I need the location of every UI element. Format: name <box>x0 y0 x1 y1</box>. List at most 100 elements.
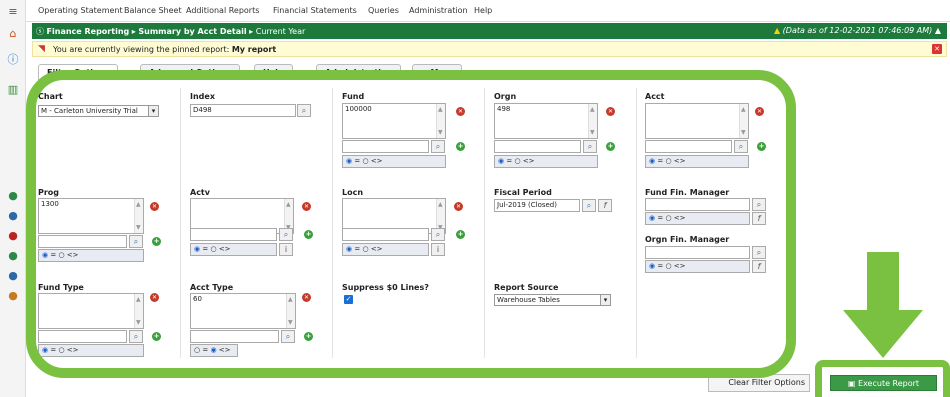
prog-lookup-icon[interactable]: ⌕ <box>129 235 143 248</box>
breadcrumb-report[interactable]: Summary by Acct Detail <box>138 27 246 36</box>
fund-manager-lookup-icon[interactable]: ⌕ <box>752 198 766 211</box>
function-icon[interactable]: f <box>598 199 612 212</box>
scrollbar[interactable]: ▲▼ <box>134 199 143 233</box>
scrollbar[interactable]: ▲▼ <box>588 104 597 138</box>
circle-icon-5[interactable]: ● <box>6 270 20 282</box>
hamburger-menu-icon[interactable]: ≡ <box>6 6 20 18</box>
tab-administration[interactable]: Administration <box>316 64 402 80</box>
circle-icon-2[interactable]: ● <box>6 210 20 222</box>
acct-lookup-icon[interactable]: ⌕ <box>734 140 748 153</box>
actv-input[interactable] <box>190 228 277 241</box>
orgn-add-icon[interactable]: + <box>606 142 615 151</box>
tab-more[interactable]: + More <box>412 64 463 80</box>
scrollbar[interactable]: ▲▼ <box>436 104 445 138</box>
fund-type-add-icon[interactable]: + <box>152 332 161 341</box>
fiscal-period-input[interactable]: Jul-2019 (Closed) <box>494 199 580 212</box>
locn-input[interactable] <box>342 228 429 241</box>
acct-type-add-icon[interactable]: + <box>304 332 313 341</box>
prog-input[interactable] <box>38 235 127 248</box>
collapse-icon[interactable]: ▲ <box>935 26 941 35</box>
top-menu: Operating Statement Balance Sheet Additi… <box>26 0 950 22</box>
home-icon[interactable]: ⌂ <box>6 28 20 40</box>
actv-delete-icon[interactable]: ✕ <box>302 202 311 211</box>
chart-icon[interactable]: ▥ <box>6 84 20 96</box>
actv-operator-radio[interactable]: ◉ = ○ <> <box>190 243 277 256</box>
menu-balance-sheet[interactable]: Balance Sheet <box>124 6 182 15</box>
prog-delete-icon[interactable]: ✕ <box>150 202 159 211</box>
actv-add-icon[interactable]: + <box>304 230 313 239</box>
index-lookup-icon[interactable]: ⌕ <box>297 104 311 117</box>
actv-lookup-icon[interactable]: ⌕ <box>279 228 293 241</box>
fund-operator-radio[interactable]: ◉ = ○ <> <box>342 155 446 168</box>
acct-type-delete-icon[interactable]: ✕ <box>302 293 311 302</box>
suppress-checkbox[interactable]: ✓ <box>344 295 353 304</box>
fiscal-lookup-icon[interactable]: ⌕ <box>582 199 596 212</box>
fund-input[interactable] <box>342 140 429 153</box>
scrollbar[interactable]: ▲▼ <box>739 104 748 138</box>
locn-operator-radio[interactable]: ◉ = ○ <> <box>342 243 429 256</box>
acct-type-textarea[interactable]: 60 ▲ ▼ <box>190 293 296 329</box>
orgn-manager-lookup-icon[interactable]: ⌕ <box>752 246 766 259</box>
function-icon[interactable]: f <box>752 212 766 225</box>
fund-type-textarea[interactable]: ▲ ▼ <box>38 293 144 329</box>
menu-queries[interactable]: Queries <box>368 6 399 15</box>
tab-help[interactable]: Help <box>254 64 293 80</box>
circle-icon-1[interactable]: ● <box>6 190 20 202</box>
tab-filter-options[interactable]: Filter Options <box>38 64 118 80</box>
circle-icon-6[interactable]: ● <box>6 290 20 302</box>
tab-advanced-options[interactable]: Advanced Options <box>140 64 240 80</box>
menu-operating-statement[interactable]: Operating Statement <box>38 6 123 15</box>
orgn-label: Orgn <box>494 92 517 101</box>
locn-add-icon[interactable]: + <box>456 230 465 239</box>
acct-type-operator-radio[interactable]: ○ = ◉ <> <box>190 344 238 357</box>
fund-type-input[interactable] <box>38 330 127 343</box>
chart-select[interactable]: M - Carleton University Trial ▾ <box>38 105 159 117</box>
breadcrumb-separator-icon: ▸ <box>249 27 254 36</box>
prog-operator-radio[interactable]: ◉ = ○ <> <box>38 249 144 262</box>
fund-type-delete-icon[interactable]: ✕ <box>150 293 159 302</box>
info-icon[interactable]: ⓘ <box>6 54 20 66</box>
scrollbar[interactable]: ▲▼ <box>286 294 295 328</box>
scrollbar[interactable]: ▲▼ <box>134 294 143 328</box>
close-icon[interactable]: ✕ <box>932 44 942 54</box>
prog-add-icon[interactable]: + <box>152 237 161 246</box>
acct-input[interactable] <box>645 140 732 153</box>
clear-filter-options-button[interactable]: Clear Filter Options <box>708 374 810 392</box>
menu-administration[interactable]: Administration <box>409 6 468 15</box>
menu-financial-statements[interactable]: Financial Statements <box>273 6 357 15</box>
report-source-select[interactable]: Warehouse Tables ▾ <box>494 294 611 306</box>
info-icon[interactable]: i <box>431 243 445 256</box>
fund-lookup-icon[interactable]: ⌕ <box>431 140 445 153</box>
menu-additional-reports[interactable]: Additional Reports <box>186 6 259 15</box>
orgn-lookup-icon[interactable]: ⌕ <box>583 140 597 153</box>
circle-icon-4[interactable]: ● <box>6 250 20 262</box>
acct-operator-radio[interactable]: ◉ = ○ <> <box>645 155 749 168</box>
function-icon[interactable]: f <box>752 260 766 273</box>
index-input[interactable]: D498 <box>190 104 296 117</box>
info-icon[interactable]: i <box>279 243 293 256</box>
prog-textarea[interactable]: 1300 ▲ ▼ <box>38 198 144 234</box>
acct-delete-icon[interactable]: ✕ <box>755 107 764 116</box>
orgn-manager-operator-radio[interactable]: ◉ = ○ <> <box>645 260 750 273</box>
fund-add-icon[interactable]: + <box>456 142 465 151</box>
acct-type-lookup-icon[interactable]: ⌕ <box>281 330 295 343</box>
fund-manager-operator-radio[interactable]: ◉ = ○ <> <box>645 212 750 225</box>
orgn-input[interactable] <box>494 140 581 153</box>
fund-fin-manager-input[interactable] <box>645 198 750 211</box>
acct-add-icon[interactable]: + <box>757 142 766 151</box>
orgn-fin-manager-input[interactable] <box>645 246 750 259</box>
breadcrumb-app[interactable]: Finance Reporting <box>47 27 130 36</box>
circle-icon-3[interactable]: ● <box>6 230 20 242</box>
orgn-textarea[interactable]: 498 ▲ ▼ <box>494 103 598 139</box>
fund-delete-icon[interactable]: ✕ <box>456 107 465 116</box>
menu-help[interactable]: Help <box>474 6 492 15</box>
acct-textarea[interactable]: ▲ ▼ <box>645 103 749 139</box>
fund-textarea[interactable]: 100000 ▲ ▼ <box>342 103 446 139</box>
locn-delete-icon[interactable]: ✕ <box>454 202 463 211</box>
orgn-delete-icon[interactable]: ✕ <box>606 107 615 116</box>
fund-type-lookup-icon[interactable]: ⌕ <box>129 330 143 343</box>
fund-type-operator-radio[interactable]: ◉ = ○ <> <box>38 344 144 357</box>
locn-lookup-icon[interactable]: ⌕ <box>431 228 445 241</box>
orgn-operator-radio[interactable]: ◉ = ○ <> <box>494 155 598 168</box>
acct-type-input[interactable] <box>190 330 279 343</box>
